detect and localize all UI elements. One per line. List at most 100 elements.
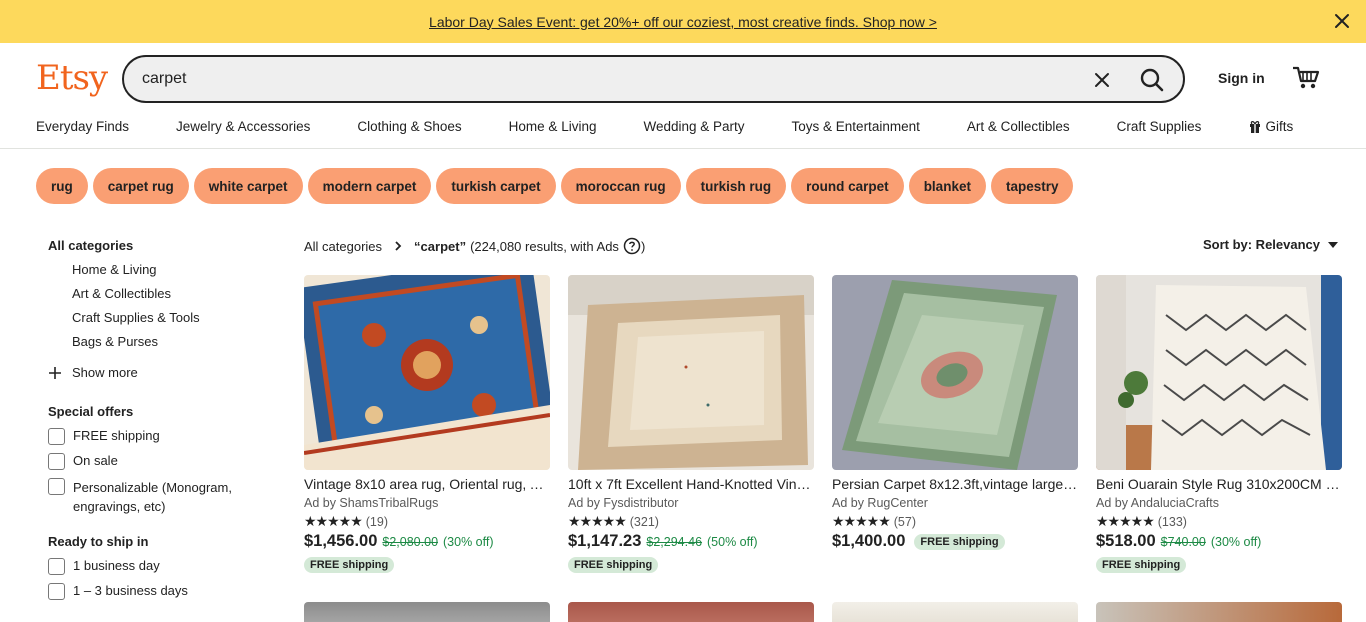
category-art-collectibles[interactable]: Art & Collectibles [48,286,268,301]
review-count: (19) [365,514,388,529]
product-seller: Ad by Fysdistributor [568,496,679,510]
product-title[interactable]: Persian Carpet 8x12.3ft,vintage large ru… [832,476,1078,492]
nav-art-collectibles[interactable]: Art & Collectibles [967,119,1070,134]
star-rating-icon: ★★★★★ [832,513,891,529]
nav-craft-supplies[interactable]: Craft Supplies [1117,119,1202,134]
category-bags-purses[interactable]: Bags & Purses [48,334,268,349]
product-card[interactable]: Beni Ouarain Style Rug 310x200CM Morocca… [1096,275,1342,573]
category-craft-supplies-tools[interactable]: Craft Supplies & Tools [48,310,268,325]
results-count-close: ) [640,238,646,254]
chip-carpet-rug[interactable]: carpet rug [92,168,189,204]
breadcrumb: All categories “carpet” (224,080 results… [304,237,645,255]
free-shipping-badge: FREE shipping [914,533,1005,550]
original-price: $740.00 [1160,534,1206,549]
product-title[interactable]: 10ft x 7ft Excellent Hand-Knotted Vintag… [568,476,814,492]
product-rating: ★★★★★ (57) [832,513,1078,530]
category-home-living[interactable]: Home & Living [48,262,268,277]
filter-label: On sale [73,453,118,468]
search-input[interactable] [142,68,1042,90]
chip-turkish-rug[interactable]: turkish rug [685,168,787,204]
product-seller: Ad by ShamsTribalRugs [304,496,439,510]
etsy-logo[interactable]: Etsy [36,58,108,98]
show-more-label: Show more [72,365,138,380]
sign-in-link[interactable]: Sign in [1218,70,1265,86]
sort-dropdown[interactable]: Sort by: Relevancy [1203,237,1338,252]
chip-rug[interactable]: rug [36,168,88,204]
promo-banner: Labor Day Sales Event: get 20%+ off our … [0,0,1366,43]
discount: (30% off) [1210,534,1262,549]
search-query: “carpet” [414,238,467,254]
nav-gifts-label: Gifts [1265,119,1294,134]
product-seller: Ad by AndaluciaCrafts [1096,496,1219,510]
close-icon[interactable] [1332,11,1352,31]
product-seller: Ad by RugCenter [832,496,928,510]
star-rating-icon: ★★★★★ [304,513,363,529]
star-rating-icon: ★★★★★ [568,513,627,529]
chip-round-carpet[interactable]: round carpet [791,168,904,204]
nav-home-living[interactable]: Home & Living [509,119,597,134]
product-title[interactable]: Vintage 8x10 area rug, Oriental rug, Azt… [304,476,550,492]
review-count: (321) [629,514,659,529]
product-price: $1,400.00 [832,532,906,550]
category-nav: Everyday Finds Jewelry & Accessories Clo… [36,119,1293,134]
chip-tapestry[interactable]: tapestry [990,168,1074,204]
filter-free-shipping[interactable]: FREE shipping [48,428,268,445]
product-card[interactable]: Vintage 8x10 area rug, Oriental rug, Azt… [304,275,550,573]
original-price: $2,080.00 [382,534,439,549]
checkbox[interactable] [48,478,65,495]
checkbox[interactable] [48,583,65,600]
product-card[interactable]: 10ft x 7ft Excellent Hand-Knotted Vintag… [568,275,814,573]
price-row: $1,400.00 FREE shipping [832,532,1078,551]
chip-blanket[interactable]: blanket [908,168,986,204]
checkbox[interactable] [48,428,65,445]
product-image[interactable] [304,275,550,470]
nav-clothing-shoes[interactable]: Clothing & Shoes [357,119,461,134]
product-price: $1,147.23 [568,532,642,550]
checkbox[interactable] [48,558,65,575]
breadcrumb-all-categories[interactable]: All categories [304,239,382,254]
chip-moroccan-rug[interactable]: moroccan rug [560,168,681,204]
promo-link[interactable]: Labor Day Sales Event: get 20%+ off our … [429,14,937,30]
nav-wedding-party[interactable]: Wedding & Party [643,119,744,134]
filter-ship-1-3-days[interactable]: 1 – 3 business days [48,583,268,600]
filter-label: FREE shipping [73,428,160,443]
filter-on-sale[interactable]: On sale [48,453,268,470]
filter-ship-1-day[interactable]: 1 business day [48,558,268,575]
header: Etsy Sign in Everyday Finds Jewelry & Ac… [0,43,1366,149]
caret-down-icon [1328,241,1338,248]
nav-gifts[interactable]: Gifts [1249,119,1293,134]
help-circle-icon[interactable] [623,237,641,255]
price-row: $1,147.23 $2,294.46 (50% off) [568,532,814,551]
product-price: $518.00 [1096,532,1156,550]
checkbox[interactable] [48,453,65,470]
product-image[interactable] [832,602,1078,622]
product-card[interactable]: Persian Carpet 8x12.3ft,vintage large ru… [832,275,1078,551]
nav-jewelry-accessories[interactable]: Jewelry & Accessories [176,119,310,134]
product-rating: ★★★★★ (19) [304,513,550,530]
filter-personalizable[interactable]: Personalizable (Monogram, engravings, et… [48,478,268,516]
related-searches: rug carpet rug white carpet modern carpe… [36,168,1074,204]
chip-white-carpet[interactable]: white carpet [193,168,303,204]
product-price: $1,456.00 [304,532,378,550]
filter-label: 1 business day [73,558,160,573]
cart-icon[interactable] [1292,65,1320,91]
product-title[interactable]: Beni Ouarain Style Rug 310x200CM Morocca… [1096,476,1342,492]
clear-search-icon[interactable] [1091,69,1113,91]
product-image[interactable] [568,275,814,470]
product-image[interactable] [568,602,814,622]
review-count: (133) [1157,514,1187,529]
categories-heading[interactable]: All categories [48,238,268,253]
search-icon[interactable] [1139,67,1165,93]
product-image[interactable] [1096,275,1342,470]
product-image[interactable] [304,602,550,622]
chip-turkish-carpet[interactable]: turkish carpet [436,168,556,204]
plus-icon [49,366,61,379]
nav-toys-entertainment[interactable]: Toys & Entertainment [792,119,920,134]
product-image[interactable] [832,275,1078,470]
show-more-button[interactable]: Show more [48,365,268,380]
chip-modern-carpet[interactable]: modern carpet [307,168,432,204]
filter-label: 1 – 3 business days [73,583,188,598]
nav-everyday-finds[interactable]: Everyday Finds [36,119,129,134]
results-count: (224,080 results, with Ads [470,238,619,254]
product-image[interactable] [1096,602,1342,622]
